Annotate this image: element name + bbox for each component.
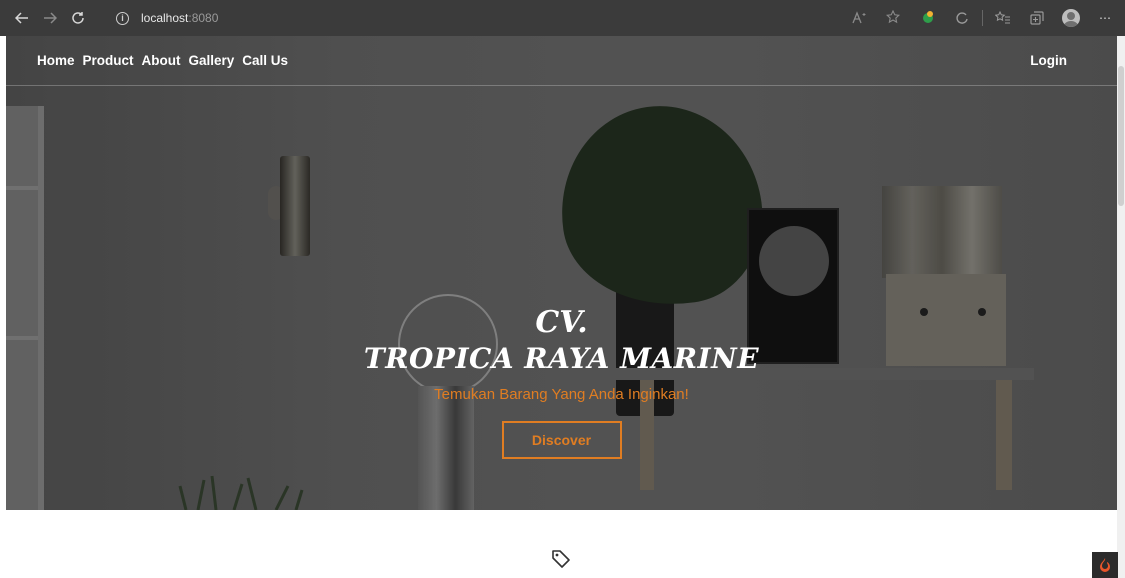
- arrow-right-icon: [44, 12, 57, 24]
- nav-link-call-us[interactable]: Call Us: [242, 53, 288, 68]
- url-host: localhost: [141, 11, 189, 25]
- profile-button[interactable]: [1057, 4, 1085, 32]
- nav-link-product[interactable]: Product: [83, 53, 134, 68]
- ellipsis-icon: ⋯: [1099, 11, 1111, 25]
- copilot-button[interactable]: [948, 4, 976, 32]
- extension-icon: [921, 11, 935, 25]
- collections-button[interactable]: [1023, 4, 1051, 32]
- nav-link-gallery[interactable]: Gallery: [189, 53, 235, 68]
- hero-content: CV. TROPICA RAYA MARINE Temukan Barang Y…: [6, 306, 1117, 459]
- avatar-icon: [1062, 9, 1080, 27]
- collections-icon: [1030, 11, 1044, 25]
- toolbar-separator: [982, 10, 983, 26]
- tag-icon: [552, 550, 570, 568]
- brand-name: TROPICA RAYA MARINE: [363, 342, 760, 375]
- back-button[interactable]: [8, 4, 36, 32]
- hero-banner: Home Product About Gallery Call Us Login…: [6, 36, 1117, 510]
- extension-button[interactable]: [914, 4, 942, 32]
- browser-toolbar: i localhost:8080 ⋯: [0, 0, 1125, 36]
- star-add-icon: [886, 10, 901, 24]
- nav-link-about[interactable]: About: [142, 53, 181, 68]
- fire-icon: [1100, 558, 1110, 572]
- page-scrollbar[interactable]: [1117, 36, 1125, 578]
- forward-button[interactable]: [36, 4, 64, 32]
- info-icon[interactable]: i: [116, 11, 129, 25]
- nav-links: Home Product About Gallery Call Us: [37, 53, 288, 68]
- address-bar[interactable]: i localhost:8080: [104, 6, 804, 30]
- login-link[interactable]: Login: [1030, 53, 1067, 68]
- scrollbar-thumb[interactable]: [1118, 66, 1124, 206]
- refresh-icon: [72, 12, 84, 24]
- toolbar-actions: ⋯: [846, 4, 1125, 32]
- hero-tagline: Temukan Barang Yang Anda Inginkan!: [434, 386, 689, 403]
- nav-link-home[interactable]: Home: [37, 53, 75, 68]
- floating-action-button[interactable]: [1092, 552, 1118, 578]
- favorites-list-button[interactable]: [989, 4, 1017, 32]
- refresh-button[interactable]: [64, 4, 92, 32]
- more-menu-button[interactable]: ⋯: [1091, 4, 1119, 32]
- url-port: :8080: [188, 11, 219, 25]
- favorite-button[interactable]: [880, 4, 908, 32]
- circle-arrow-icon: [956, 12, 968, 24]
- favorites-list-icon: [995, 11, 1010, 24]
- read-aloud-icon: [852, 11, 866, 24]
- main-navigation: Home Product About Gallery Call Us Login: [6, 36, 1117, 86]
- brand-prefix: CV.: [535, 305, 588, 340]
- read-aloud-button[interactable]: [846, 4, 874, 32]
- discover-button[interactable]: Discover: [501, 421, 622, 459]
- arrow-left-icon: [15, 12, 28, 24]
